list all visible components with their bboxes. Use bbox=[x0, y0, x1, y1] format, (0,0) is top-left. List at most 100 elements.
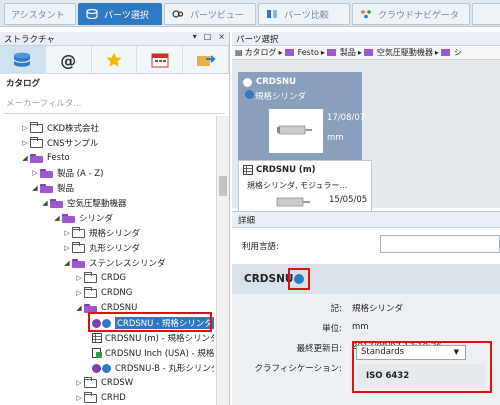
tree-node-cylinder[interactable]: ◢ シリンダ bbox=[52, 210, 113, 226]
breadcrumb-item[interactable]: 空気圧駆動機器 bbox=[377, 47, 433, 58]
tree-node-products-az[interactable]: ▷ 製品 (A - Z) bbox=[30, 165, 103, 181]
folder-open-icon bbox=[62, 213, 75, 223]
tree-node-label: 丸形シリンダ bbox=[89, 244, 141, 254]
expand-arrow-icon[interactable]: ▷ bbox=[62, 229, 72, 237]
tree-node-crdsnu-inch[interactable]: CRDSNU Inch (USA) - 規格 bbox=[92, 345, 214, 361]
tree-node-festo[interactable]: ◢ Festo bbox=[20, 150, 70, 166]
tree-node-crdg[interactable]: ▷ CRDG bbox=[74, 270, 126, 286]
folder-icon bbox=[440, 49, 450, 56]
expand-arrow-icon[interactable]: ▷ bbox=[74, 394, 84, 402]
export-icon[interactable] bbox=[183, 46, 229, 74]
collapse-arrow-icon[interactable]: ◢ bbox=[20, 154, 30, 162]
part-card-crdsnu-m[interactable]: CRDSNU (m) 規格シリンダ, モジュラー… 15/05/05 bbox=[238, 160, 372, 212]
folder-icon bbox=[84, 271, 97, 283]
panel-close-button[interactable]: × bbox=[218, 32, 225, 41]
tab-parts-view-label: パーツビュー bbox=[190, 10, 244, 21]
tab-assistant[interactable]: アシスタント bbox=[4, 3, 76, 25]
breadcrumb-item[interactable]: カタログ bbox=[245, 47, 277, 58]
tree-node-crdsnu-m[interactable]: CRDSNU (m) - 規格シリンダ bbox=[92, 330, 214, 346]
collapse-arrow-icon[interactable]: ◢ bbox=[62, 259, 72, 267]
tree-scrollbar[interactable] bbox=[216, 116, 229, 405]
tree-node-label: CRDSW bbox=[101, 378, 134, 388]
expand-arrow-icon[interactable]: ▷ bbox=[74, 274, 84, 282]
collapse-arrow-icon[interactable]: ◢ bbox=[74, 304, 84, 312]
tree-node-label: 空気圧駆動機器 bbox=[67, 199, 127, 209]
tree-node-label: 製品 (A - Z) bbox=[57, 169, 104, 179]
expand-arrow-icon[interactable]: ▷ bbox=[74, 379, 84, 387]
breadcrumb-item[interactable]: シ bbox=[454, 47, 462, 58]
language-select[interactable] bbox=[380, 235, 500, 253]
tree-node-label: CRDSNU Inch (USA) - 規格 bbox=[105, 349, 214, 359]
part-card-date: 17/08/07 bbox=[327, 113, 366, 123]
tab-parts-compare-label: パーツ比較 bbox=[284, 10, 329, 21]
part-thumbnail bbox=[269, 109, 323, 153]
catalog-icon[interactable] bbox=[0, 46, 46, 74]
tree-node-crdsnu-b[interactable]: CRDSNU-B - 丸形シリンダ bbox=[92, 360, 214, 376]
tree-node-crhd[interactable]: ▷ CRHD bbox=[74, 390, 126, 405]
cloud-navigator-icon bbox=[359, 8, 373, 20]
expand-arrow-icon[interactable]: ▷ bbox=[30, 169, 40, 177]
field-key: 最終更新日: bbox=[296, 344, 342, 354]
tree-node-crdng[interactable]: ▷ CRDNG bbox=[74, 285, 132, 301]
tab-parts-select-label: パーツ選択 bbox=[104, 10, 149, 21]
expand-arrow-icon[interactable]: ▷ bbox=[20, 139, 30, 147]
tree-node-stainless-cylinder[interactable]: ◢ ステンレスシリンダ bbox=[62, 255, 166, 271]
detail-tab[interactable]: 詳細 bbox=[232, 212, 500, 228]
expand-arrow-icon[interactable]: ▷ bbox=[20, 124, 30, 132]
tree-node-ckd[interactable]: ▷ CKD株式会社 bbox=[20, 120, 99, 136]
tree-node-crdsw[interactable]: ▷ CRDSW bbox=[74, 375, 133, 391]
tab-assistant-label: アシスタント bbox=[11, 10, 65, 21]
highlight-box bbox=[88, 312, 212, 332]
field-note: 記: 規格シリンダ bbox=[232, 302, 500, 316]
panel-menu-button[interactable]: ▾ bbox=[193, 32, 197, 41]
scrollbar-thumb[interactable] bbox=[219, 176, 227, 196]
tab-cloud-navigator[interactable]: クラウドナビゲータ bbox=[352, 3, 470, 25]
detail-panel: 詳細 利用言語: CRDSNU 記: 規格シリンダ 単位: mm 最終更新日: … bbox=[232, 211, 500, 405]
collapse-arrow-icon[interactable]: ◢ bbox=[52, 214, 62, 222]
part-link-icon bbox=[92, 363, 112, 373]
field-value: 規格シリンダ bbox=[352, 304, 404, 314]
favorite-star-icon[interactable] bbox=[92, 46, 138, 74]
breadcrumb-home-icon[interactable]: ▤ bbox=[235, 48, 243, 57]
tree-node-pneumatic[interactable]: ◢ 空気圧駆動機器 bbox=[40, 195, 127, 211]
document-part-icon bbox=[92, 348, 102, 358]
tree-node-label: 規格シリンダ bbox=[89, 229, 141, 239]
collapse-arrow-icon[interactable]: ◢ bbox=[40, 199, 50, 207]
field-key: 単位: bbox=[322, 324, 342, 334]
tree-node-products[interactable]: ◢ 製品 bbox=[30, 180, 74, 196]
collapse-arrow-icon[interactable]: ◢ bbox=[30, 184, 40, 192]
maker-filter-input[interactable]: メーカーフィルタ... bbox=[4, 96, 225, 114]
main-tab-strip: アシスタント パーツ選択 パーツビュー パーツ比較 クラウドナビゲータ bbox=[0, 0, 500, 27]
folder-open-icon bbox=[50, 198, 63, 208]
highlight-box bbox=[352, 341, 492, 393]
at-icon[interactable]: @ bbox=[46, 46, 92, 74]
folder-icon bbox=[72, 226, 85, 238]
parts-compare-icon bbox=[265, 8, 279, 20]
part-thumbnail bbox=[269, 193, 319, 211]
expand-arrow-icon[interactable]: ▷ bbox=[62, 244, 72, 252]
part-card-desc: 規格シリンダ bbox=[255, 92, 307, 102]
expand-arrow-icon[interactable]: ▷ bbox=[74, 289, 84, 297]
tab-overflow[interactable] bbox=[472, 3, 500, 25]
tree-node-cns[interactable]: ▷ CNSサンプル bbox=[20, 135, 98, 151]
tree-node-standard-cylinder[interactable]: ▷ 規格シリンダ bbox=[62, 225, 140, 241]
tab-parts-view[interactable]: パーツビュー bbox=[164, 3, 256, 25]
panel-maximize-button[interactable]: □ bbox=[204, 32, 212, 41]
tree-node-round-cylinder[interactable]: ▷ 丸形シリンダ bbox=[62, 240, 140, 256]
catalog-tree: ▷ CKD株式会社 ▷ CNSサンプル ◢ Festo ▷ 製品 (A - Z)… bbox=[0, 116, 214, 405]
part-card-desc: 規格シリンダ, モジュラー… bbox=[247, 181, 348, 190]
breadcrumb-item[interactable]: 製品 bbox=[340, 47, 356, 58]
part-link-icon bbox=[243, 77, 253, 87]
breadcrumb-item[interactable]: Festo bbox=[298, 48, 319, 57]
tab-parts-select[interactable]: パーツ選択 bbox=[78, 3, 162, 25]
tree-node-label: CNSサンプル bbox=[47, 139, 99, 149]
tab-parts-compare[interactable]: パーツ比較 bbox=[258, 3, 350, 25]
tree-node-label: シリンダ bbox=[79, 214, 114, 224]
part-name: CRDSNU bbox=[244, 273, 294, 285]
part-card-date: 15/05/05 bbox=[329, 195, 368, 205]
tree-node-label: CRHD bbox=[101, 393, 126, 403]
tree-node-label: CRDSNU-B - 丸形シリンダ bbox=[115, 364, 214, 374]
tree-node-label: CKD株式会社 bbox=[47, 124, 100, 134]
calendar-icon[interactable] bbox=[137, 46, 184, 74]
table-part-icon bbox=[243, 165, 253, 175]
